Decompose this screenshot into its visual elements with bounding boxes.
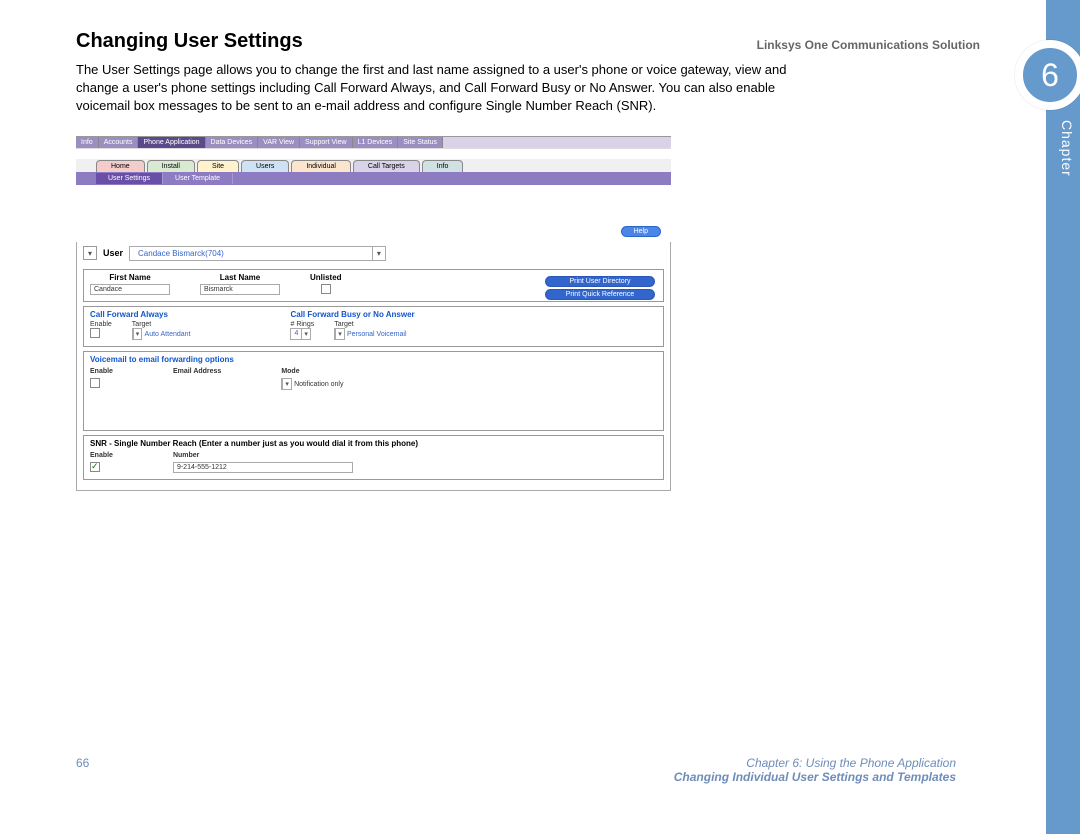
tab-individual[interactable]: Individual [291, 160, 351, 172]
tab-phone-application[interactable]: Phone Application [138, 137, 205, 148]
cfa-enable-checkbox[interactable] [90, 328, 100, 338]
cfa-target-dropdown[interactable]: ▾ [132, 328, 143, 340]
tab-call-targets[interactable]: Call Targets [353, 160, 420, 172]
first-name-input[interactable]: Candace [90, 284, 170, 295]
vm-email-label: Email Address [173, 368, 221, 375]
tab-accounts[interactable]: Accounts [99, 137, 139, 148]
vm-mode-dropdown[interactable]: ▾ [281, 378, 292, 390]
tab-l1-devices[interactable]: L1 Devices [353, 137, 399, 148]
collapse-icon[interactable]: ▾ [83, 246, 97, 260]
tab-home[interactable]: Home [96, 160, 145, 172]
tab-data-devices[interactable]: Data Devices [206, 137, 259, 148]
cfa-enable-label: Enable [90, 321, 112, 328]
help-button[interactable]: Help [621, 226, 661, 237]
last-name-input[interactable]: Bismarck [200, 284, 280, 295]
cfb-target-label: Target [334, 321, 406, 328]
tertiary-tab-row: User Settings User Template [76, 172, 671, 185]
user-dropdown-value: Candace Bismarck(704) [130, 247, 232, 260]
unlisted-label: Unlisted [310, 273, 342, 282]
tab-site-status[interactable]: Site Status [398, 137, 443, 148]
vm-mode-value: Notification only [294, 381, 343, 388]
rings-label: # Rings [290, 321, 314, 328]
cfb-title: Call Forward Busy or No Answer [290, 310, 414, 319]
snr-enable-checkbox[interactable] [90, 462, 100, 472]
tab-info2[interactable]: Info [422, 160, 464, 172]
cfa-title: Call Forward Always [90, 310, 190, 319]
snr-enable-label: Enable [90, 452, 113, 459]
snr-number-label: Number [173, 452, 353, 459]
vm-enable-label: Enable [90, 368, 113, 375]
print-user-directory-button[interactable]: Print User Directory [545, 276, 655, 287]
primary-tab-row: Info Accounts Phone Application Data Dev… [76, 136, 671, 148]
chevron-down-icon: ▾ [372, 247, 385, 260]
unlisted-checkbox[interactable] [321, 284, 331, 294]
intro-paragraph: The User Settings page allows you to cha… [76, 61, 796, 116]
vm-mode-label: Mode [281, 368, 343, 375]
snr-title: SNR - Single Number Reach (Enter a numbe… [90, 439, 657, 448]
snr-number-input[interactable]: 9-214-555-1212 [173, 462, 353, 473]
print-quick-reference-button[interactable]: Print Quick Reference [545, 289, 655, 300]
tab-user-settings[interactable]: User Settings [96, 173, 163, 184]
last-name-label: Last Name [200, 273, 280, 282]
snr-panel: SNR - Single Number Reach (Enter a numbe… [83, 435, 664, 480]
vm-enable-checkbox[interactable] [90, 378, 100, 388]
tab-support-view[interactable]: Support View [300, 137, 353, 148]
call-forward-panel: Call Forward Always Enable Target ▾ Auto… [83, 306, 664, 347]
tab-user-template[interactable]: User Template [163, 173, 233, 184]
page-number: 66 [76, 756, 89, 784]
tab-site[interactable]: Site [197, 160, 239, 172]
chapter-number-badge: 6 [1015, 40, 1080, 110]
tab-var-view[interactable]: VAR View [258, 137, 300, 148]
screenshot-panel: Info Accounts Phone Application Data Dev… [76, 136, 671, 491]
tab-users[interactable]: Users [241, 160, 289, 172]
rings-dropdown[interactable]: 4▾ [290, 328, 310, 340]
secondary-tab-row: Home Install Site Users Individual Call … [76, 158, 671, 172]
name-panel: First Name Candace Last Name Bismarck Un… [83, 269, 664, 302]
cfa-target-label: Target [132, 321, 191, 328]
tab-info[interactable]: Info [76, 137, 99, 148]
user-dropdown[interactable]: Candace Bismarck(704) ▾ [129, 246, 386, 261]
cfb-target-dropdown[interactable]: ▾ [334, 328, 345, 340]
cfb-target-value: Personal Voicemail [347, 331, 407, 338]
user-label: User [103, 248, 123, 258]
first-name-label: First Name [90, 273, 170, 282]
footer-chapter-line: Chapter 6: Using the Phone Application [674, 756, 956, 770]
cfa-target-value: Auto Attendant [145, 331, 191, 338]
tab-install[interactable]: Install [147, 160, 195, 172]
vm-title: Voicemail to email forwarding options [90, 355, 657, 364]
footer-section-line: Changing Individual User Settings and Te… [674, 770, 956, 784]
chapter-label: Chapter [1059, 120, 1075, 177]
voicemail-panel: Voicemail to email forwarding options En… [83, 351, 664, 431]
page-title: Changing User Settings [76, 30, 996, 53]
